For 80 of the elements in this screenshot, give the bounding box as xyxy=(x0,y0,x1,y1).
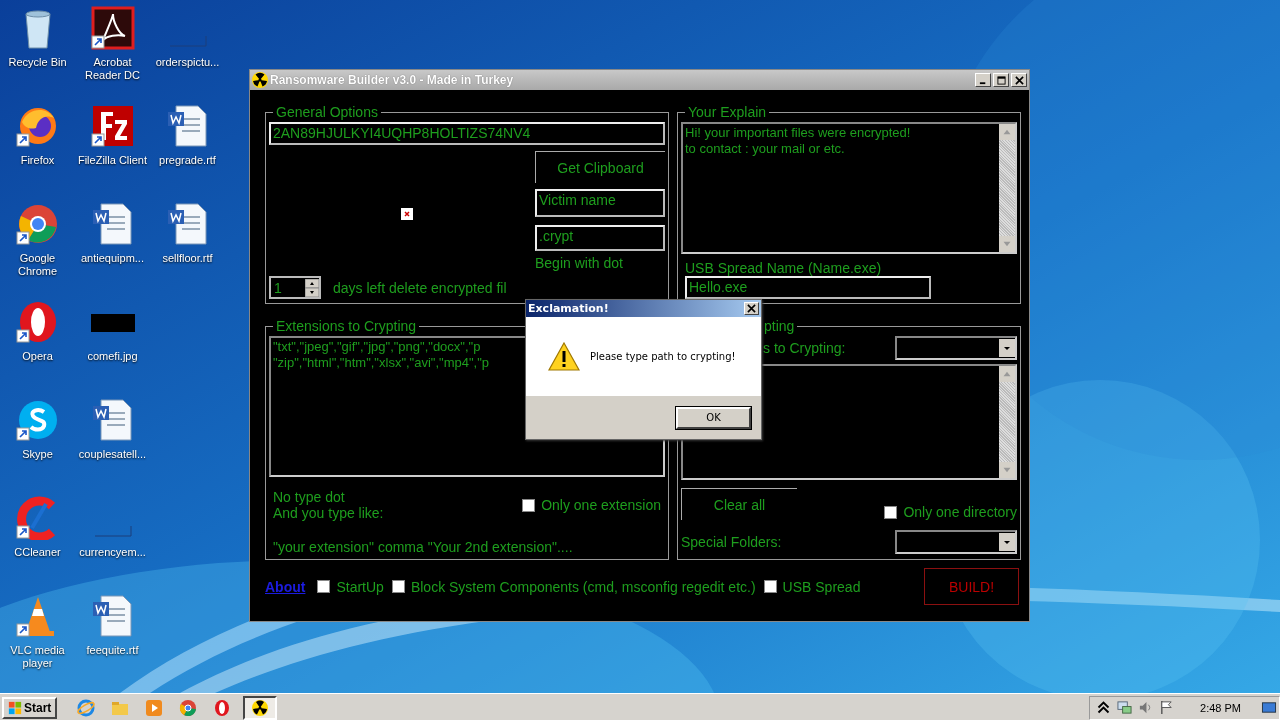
checkbox-label[interactable]: StartUp xyxy=(336,578,384,595)
ok-button[interactable]: OK xyxy=(676,406,751,429)
warning-icon xyxy=(548,341,580,372)
desktop-icon-label[interactable]: comefi.jpg xyxy=(76,350,149,363)
message-text-area[interactable]: Hi! your important files were encrypted! to contact : your mail or etc. xyxy=(681,122,1017,255)
days-label: days left delete encrypted fil xyxy=(333,279,507,296)
windows-flag-icon xyxy=(8,700,22,715)
word-document-icon[interactable] xyxy=(165,202,210,246)
skype-logo-icon[interactable] xyxy=(15,398,60,442)
chrome-logo-icon[interactable] xyxy=(15,202,60,246)
desktop-icon-label[interactable]: Google Chrome xyxy=(1,252,74,278)
checkbox[interactable] xyxy=(884,505,898,519)
desktop-icon-label[interactable]: CCleaner xyxy=(1,546,74,559)
word-document-icon[interactable] xyxy=(90,398,135,442)
group-title: Your Explain xyxy=(687,104,768,120)
checkbox-label[interactable]: Block System Components (cmd, msconfig regedit etc.) xyxy=(410,578,756,595)
key-field[interactable]: 2AN89HJULKYI4UQHP8HOLTIZS74NV4 xyxy=(269,122,665,145)
window-title: Ransomware Builder v3.0 - Made in Turkey xyxy=(270,73,515,87)
checkbox-label[interactable]: Only one extension xyxy=(541,497,661,513)
word-document-icon[interactable] xyxy=(165,104,210,148)
dropdown-caret-icon[interactable] xyxy=(999,338,1015,358)
show-hidden-icons-icon[interactable] xyxy=(1096,700,1112,715)
desktop-icon-label[interactable]: FileZilla Client xyxy=(76,154,149,167)
desktop-icon-label[interactable]: VLC media player xyxy=(1,644,74,670)
extension-field[interactable]: .crypt xyxy=(535,225,665,251)
special-folders-dropdown[interactable] xyxy=(895,530,1017,554)
word-document-icon[interactable] xyxy=(90,202,135,246)
fz-logo-icon[interactable] xyxy=(90,104,135,148)
show-desktop-icon[interactable] xyxy=(1261,700,1277,715)
desktop-icon-label[interactable]: antiequipm... xyxy=(76,252,149,265)
clock[interactable]: 2:48 PM xyxy=(1200,701,1241,714)
victim-name-field[interactable]: Victim name xyxy=(535,189,665,217)
desktop-icon-label[interactable]: pregrade.rtf xyxy=(151,154,224,167)
usb-name-field[interactable]: Hello.exe xyxy=(685,276,931,299)
hint-line: No type dot xyxy=(273,489,346,505)
hint-line: And you type like: xyxy=(273,505,384,521)
get-clipboard-button[interactable]: Get Clipboard xyxy=(535,151,665,183)
desktop-icon-label[interactable]: feequite.rtf xyxy=(76,644,149,657)
broken-image-icon xyxy=(401,207,413,220)
checkbox-label[interactable]: Only one directory xyxy=(903,504,1017,520)
directories-dropdown[interactable] xyxy=(895,336,1017,360)
build-button[interactable]: BUILD! xyxy=(924,568,1019,605)
message-line: to contact : your mail or etc. xyxy=(685,141,845,157)
checkbox[interactable] xyxy=(763,580,777,593)
group-title: pting xyxy=(763,318,796,334)
checkbox-label[interactable]: USB Spread xyxy=(782,578,861,595)
desktop-icon-label[interactable]: Firefox xyxy=(1,154,74,167)
checkbox[interactable] xyxy=(522,498,536,512)
start-button[interactable]: Start xyxy=(2,696,58,719)
word-document-icon[interactable] xyxy=(90,594,135,638)
desktop-icon-label[interactable]: Acrobat Reader DC xyxy=(76,56,149,82)
extensions-line: "zip","html","htm","xlsx","avi","mp4","p xyxy=(273,355,490,371)
days-spinner[interactable]: 1 xyxy=(269,276,321,299)
network-icon[interactable] xyxy=(1117,700,1133,715)
radiation-icon xyxy=(252,72,268,88)
checkbox[interactable] xyxy=(391,580,405,593)
example-text: "your extension" comma "Your 2nd extension".... xyxy=(272,539,574,555)
desktop-icon-label[interactable]: Skype xyxy=(1,448,74,461)
directories-label: s to Crypting: xyxy=(763,340,846,356)
flag-icon[interactable] xyxy=(1159,700,1175,715)
special-folders-label: Special Folders: xyxy=(681,534,782,550)
desktop-icon-label[interactable]: orderspictu... xyxy=(151,56,224,69)
checkbox[interactable] xyxy=(317,580,331,593)
desktop-icon-label[interactable]: Opera xyxy=(1,350,74,363)
pdf-document-icon[interactable] xyxy=(90,6,135,50)
message-line: Hi! your important files were encrypted! xyxy=(685,125,911,141)
desktop-icon-label[interactable]: Recycle Bin xyxy=(1,56,74,69)
dropdown-caret-icon[interactable] xyxy=(999,532,1015,552)
group-title: Extensions to Crypting xyxy=(275,318,418,334)
desktop-icon-label[interactable]: couplesatell... xyxy=(76,448,149,461)
dialog-title: Exclamation! xyxy=(528,302,609,315)
radiation-icon[interactable] xyxy=(243,695,278,720)
desktop-icon-label[interactable]: currencyem... xyxy=(76,546,149,559)
usb-name-label: USB Spread Name (Name.exe) xyxy=(685,260,883,277)
extension-hint: Begin with dot xyxy=(535,255,624,271)
group-title: General Options xyxy=(275,104,379,120)
extensions-line: "txt","jpeg","gif","jpg","png","docx","p xyxy=(273,339,481,355)
desktop-icon-label[interactable]: sellfloor.rtf xyxy=(151,252,224,265)
spin-arrows-icon[interactable] xyxy=(305,278,319,297)
clear-all-button[interactable]: Clear all xyxy=(681,488,797,520)
